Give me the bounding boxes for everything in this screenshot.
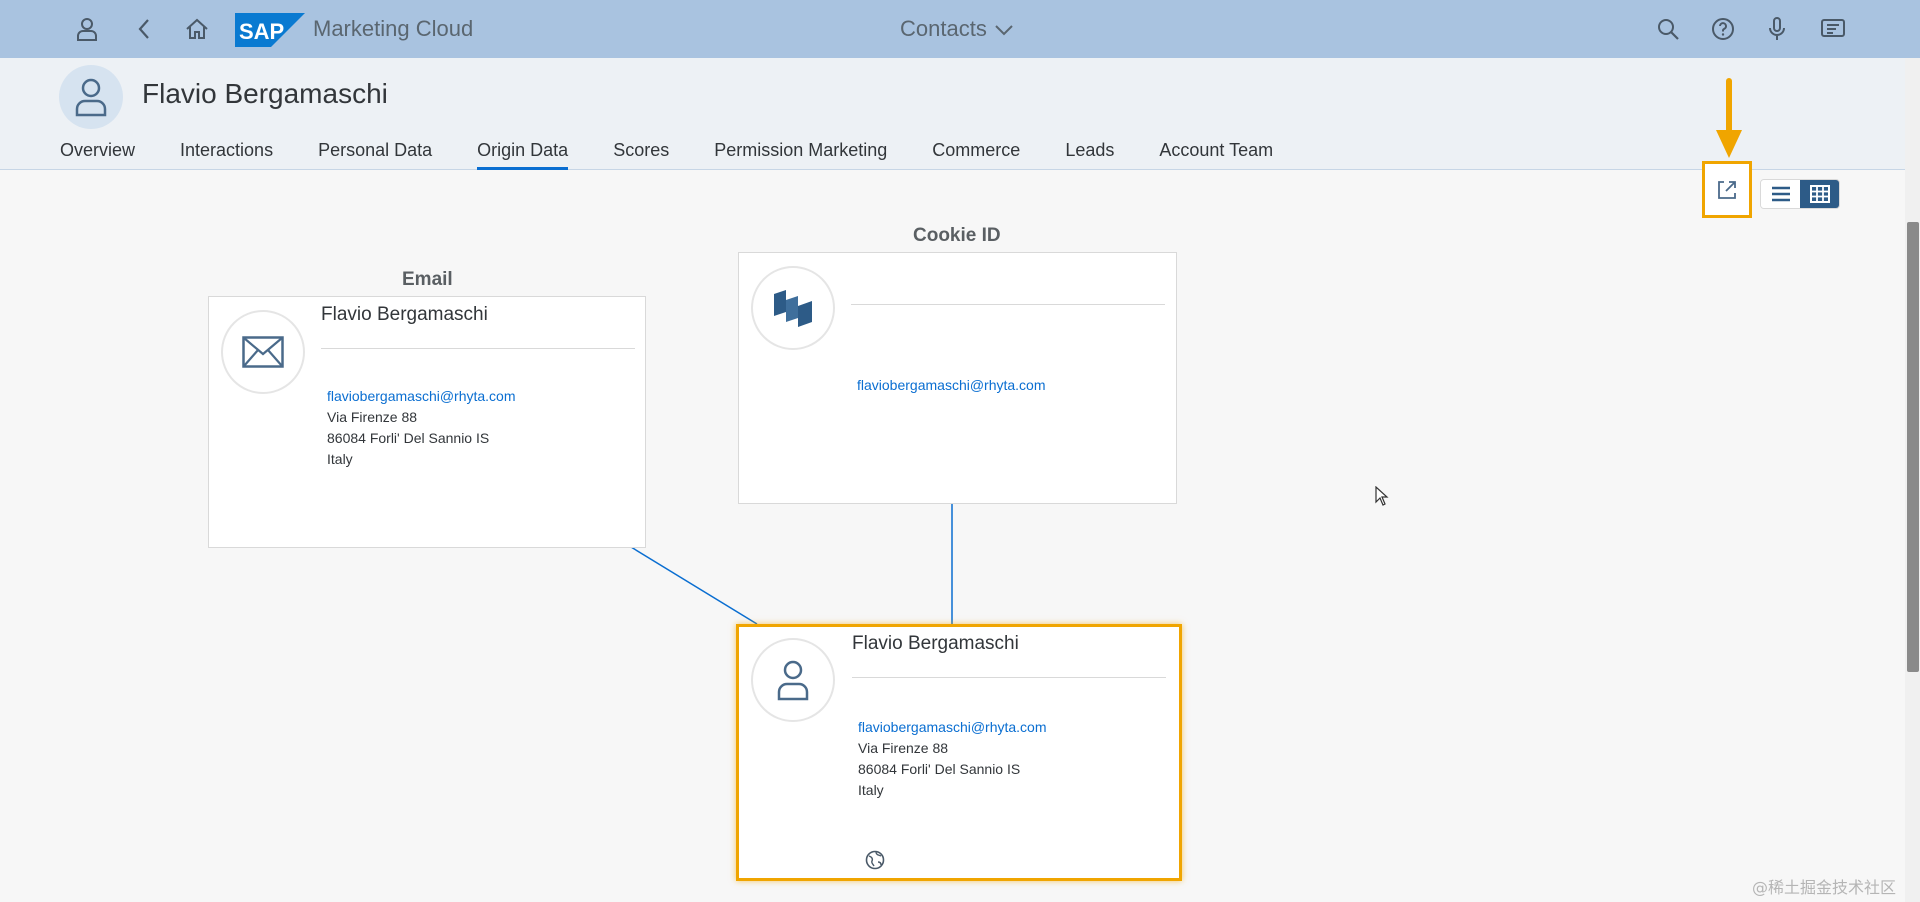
tab-permission-marketing[interactable]: Permission Marketing <box>714 138 887 170</box>
app-title: Marketing Cloud <box>313 16 474 41</box>
list-view-button[interactable] <box>1761 180 1800 208</box>
tab-overview[interactable]: Overview <box>60 138 135 170</box>
tab-scores[interactable]: Scores <box>613 138 669 170</box>
node-name: Flavio Bergamaschi <box>321 304 488 325</box>
node-label-email: Email <box>402 269 453 290</box>
address-country: Italy <box>327 451 353 467</box>
cookie-stack-icon <box>751 266 835 350</box>
person-icon <box>751 638 835 722</box>
contact-node-card[interactable]: Flavio Bergamaschi flaviobergamaschi@rhy… <box>736 624 1182 881</box>
email-link[interactable]: flaviobergamaschi@rhyta.com <box>858 717 1047 738</box>
tab-personal-data[interactable]: Personal Data <box>318 138 432 170</box>
watermark: @稀土掘金技术社区 <box>1752 878 1897 897</box>
node-details: flaviobergamaschi@rhyta.com <box>857 375 1046 396</box>
divider <box>321 348 635 349</box>
nav-title-label: Contacts <box>900 16 987 41</box>
node-name: Flavio Bergamaschi <box>852 633 1019 654</box>
address-line-1: Via Firenze 88 <box>327 409 418 425</box>
avatar <box>59 65 123 129</box>
divider <box>852 677 1166 678</box>
tab-commerce[interactable]: Commerce <box>932 138 1020 170</box>
view-toggle <box>1760 179 1840 209</box>
list-icon <box>1771 186 1790 202</box>
search-icon[interactable] <box>1652 13 1684 45</box>
tab-account-team[interactable]: Account Team <box>1159 138 1273 170</box>
mouse-cursor-icon <box>1375 486 1389 506</box>
network-view-button[interactable] <box>1800 180 1839 208</box>
annotation-arrow <box>1716 78 1742 158</box>
scrollbar-thumb[interactable] <box>1907 222 1919 672</box>
export-button[interactable] <box>1702 161 1752 218</box>
navigation-menu[interactable]: Contacts <box>900 16 1013 42</box>
notifications-icon[interactable] <box>1817 13 1849 45</box>
envelope-icon <box>221 310 305 394</box>
svg-text:SAP: SAP <box>239 19 284 44</box>
email-link[interactable]: flaviobergamaschi@rhyta.com <box>327 386 516 407</box>
microphone-icon[interactable] <box>1761 13 1793 45</box>
cookie-node-card[interactable]: flaviobergamaschi@rhyta.com <box>738 252 1177 504</box>
user-icon[interactable] <box>71 13 103 45</box>
node-details: flaviobergamaschi@rhyta.com Via Firenze … <box>327 386 516 470</box>
sap-logo[interactable]: SAP <box>235 13 305 47</box>
chevron-down-icon <box>995 16 1013 42</box>
back-icon[interactable] <box>128 13 160 45</box>
tab-origin-data[interactable]: Origin Data <box>477 138 569 170</box>
object-header: Flavio Bergamaschi Overview Interactions… <box>0 58 1905 170</box>
email-node-card[interactable]: Flavio Bergamaschi flaviobergamaschi@rhy… <box>208 296 646 548</box>
globe-icon[interactable] <box>865 850 885 875</box>
tab-bar: Overview Interactions Personal Data Orig… <box>60 138 1318 170</box>
address-country: Italy <box>858 782 884 798</box>
page-title: Flavio Bergamaschi <box>142 78 388 109</box>
divider <box>851 304 1165 305</box>
email-link[interactable]: flaviobergamaschi@rhyta.com <box>857 375 1046 396</box>
node-details: flaviobergamaschi@rhyta.com Via Firenze … <box>858 717 1047 801</box>
address-line-2: 86084 Forli' Del Sannio IS <box>327 430 490 446</box>
grid-icon <box>1809 185 1830 203</box>
home-icon[interactable] <box>181 13 213 45</box>
tab-leads[interactable]: Leads <box>1065 138 1114 170</box>
shell-bar: SAP Marketing Cloud Contacts <box>0 0 1920 58</box>
tab-interactions[interactable]: Interactions <box>180 138 273 170</box>
share-icon <box>1718 180 1736 199</box>
help-icon[interactable] <box>1707 13 1739 45</box>
address-line-2: 86084 Forli' Del Sannio IS <box>858 761 1021 777</box>
node-label-cookie-id: Cookie ID <box>913 225 1001 246</box>
address-line-1: Via Firenze 88 <box>858 740 949 756</box>
